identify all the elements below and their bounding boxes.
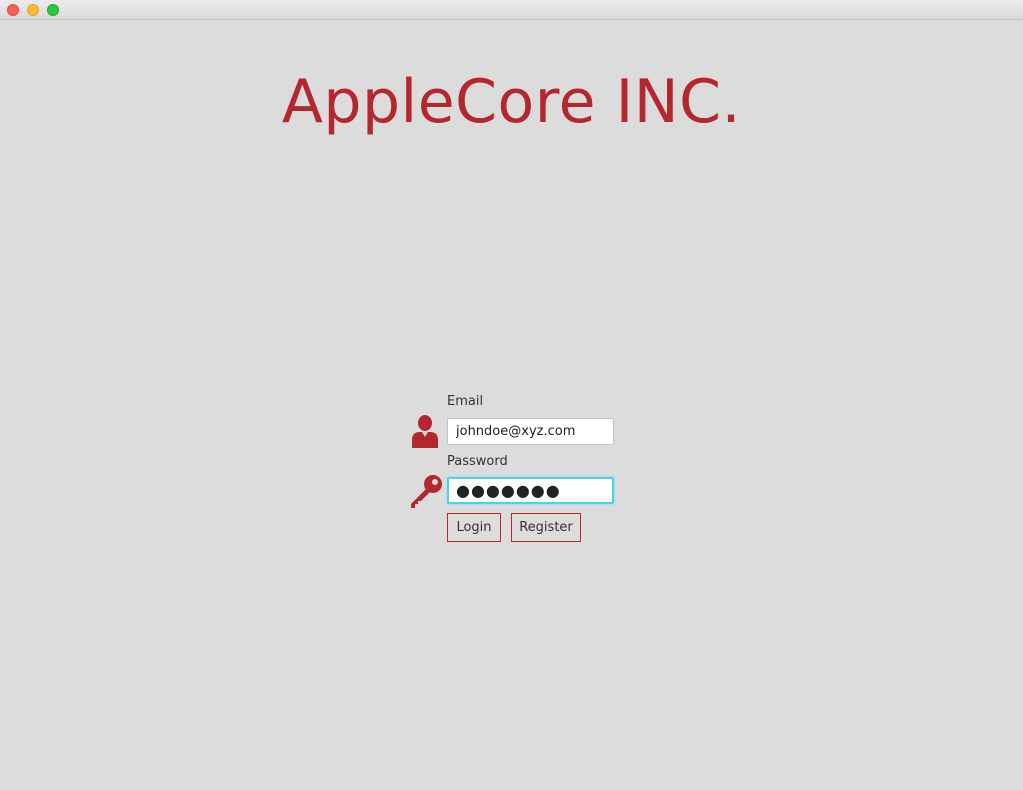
- password-input[interactable]: [447, 477, 614, 504]
- brand-title: AppleCore INC.: [281, 67, 742, 137]
- register-button[interactable]: Register: [511, 513, 581, 542]
- window-minimize-button[interactable]: [27, 4, 39, 16]
- app-window: AppleCore INC. Email Password Login Regi…: [0, 0, 1023, 790]
- password-label: Password: [447, 454, 508, 469]
- email-label: Email: [447, 394, 484, 409]
- window-close-button[interactable]: [7, 4, 19, 16]
- window-titlebar[interactable]: [0, 0, 1023, 20]
- user-icon: [412, 415, 438, 448]
- login-button[interactable]: Login: [447, 513, 501, 542]
- email-input[interactable]: [447, 418, 614, 445]
- window-maximize-button[interactable]: [47, 4, 59, 16]
- key-icon: [411, 475, 442, 508]
